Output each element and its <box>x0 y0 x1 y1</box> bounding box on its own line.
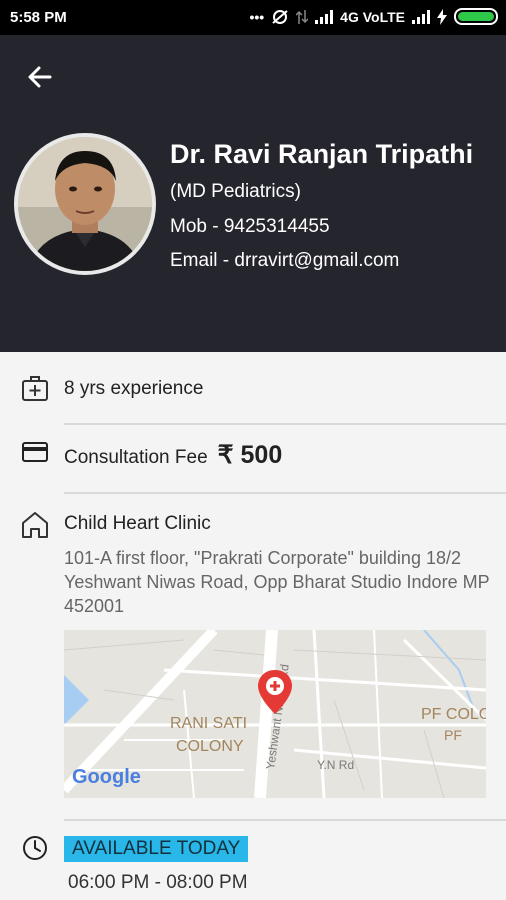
doctor-name: Dr. Ravi Ranjan Tripathi <box>170 139 474 169</box>
doctor-avatar <box>14 133 156 275</box>
data-icon <box>296 9 309 24</box>
dots-icon: ••• <box>249 8 265 25</box>
signal-icon <box>315 9 334 24</box>
clinic-map[interactable]: RANI SATI COLONY PF COLO PF Yeshwant Niw… <box>64 630 486 798</box>
home-icon <box>22 512 48 538</box>
alarm-off-icon <box>272 9 288 24</box>
fee-amount: ₹ 500 <box>217 441 283 469</box>
map-label-road2: Y.N Rd <box>317 758 354 772</box>
availability-timing: 06:00 PM - 08:00 PM <box>68 872 248 893</box>
divider <box>64 819 506 821</box>
fee-text: Consultation Fee ₹ 500 <box>64 440 282 470</box>
doctor-header: Dr. Ravi Ranjan Tripathi (MD Pediatrics)… <box>0 35 506 352</box>
signal-icon <box>412 9 430 24</box>
clock-icon <box>23 836 47 860</box>
status-bar: 5:58 PM ••• 4G VoLTE <box>0 0 506 35</box>
google-logo: Google <box>72 766 141 788</box>
availability-badge: AVAILABLE TODAY <box>64 836 249 862</box>
experience-text: 8 yrs experience <box>64 378 204 399</box>
map-label-area2: PF COLO <box>421 706 486 723</box>
status-time: 5:58 PM <box>10 9 67 26</box>
doctor-email[interactable]: Email - drravirt@gmail.com <box>170 250 399 272</box>
arrow-left-icon[interactable] <box>24 61 56 93</box>
fee-label: Consultation Fee <box>64 447 208 468</box>
credit-card-icon <box>22 442 48 462</box>
doctor-mobile[interactable]: Mob - 9425314455 <box>170 216 330 238</box>
charging-icon <box>437 8 447 25</box>
medical-kit-icon <box>22 376 48 401</box>
map-label-area1: RANI SATI <box>170 715 247 732</box>
divider <box>64 492 506 494</box>
clinic-address: 101-A first floor, "Prakrati Corporate" … <box>64 548 490 616</box>
map-label-area2-line2: PF <box>444 727 462 743</box>
clinic-name: Child Heart Clinic <box>64 513 211 534</box>
network-label: 4G VoLTE <box>340 8 405 25</box>
doctor-qualification: (MD Pediatrics) <box>170 181 301 202</box>
battery-icon <box>454 8 498 25</box>
map-label-area1-line2: COLONY <box>176 738 244 755</box>
status-icons: ••• 4G VoLTE <box>249 8 498 25</box>
divider <box>64 423 506 425</box>
